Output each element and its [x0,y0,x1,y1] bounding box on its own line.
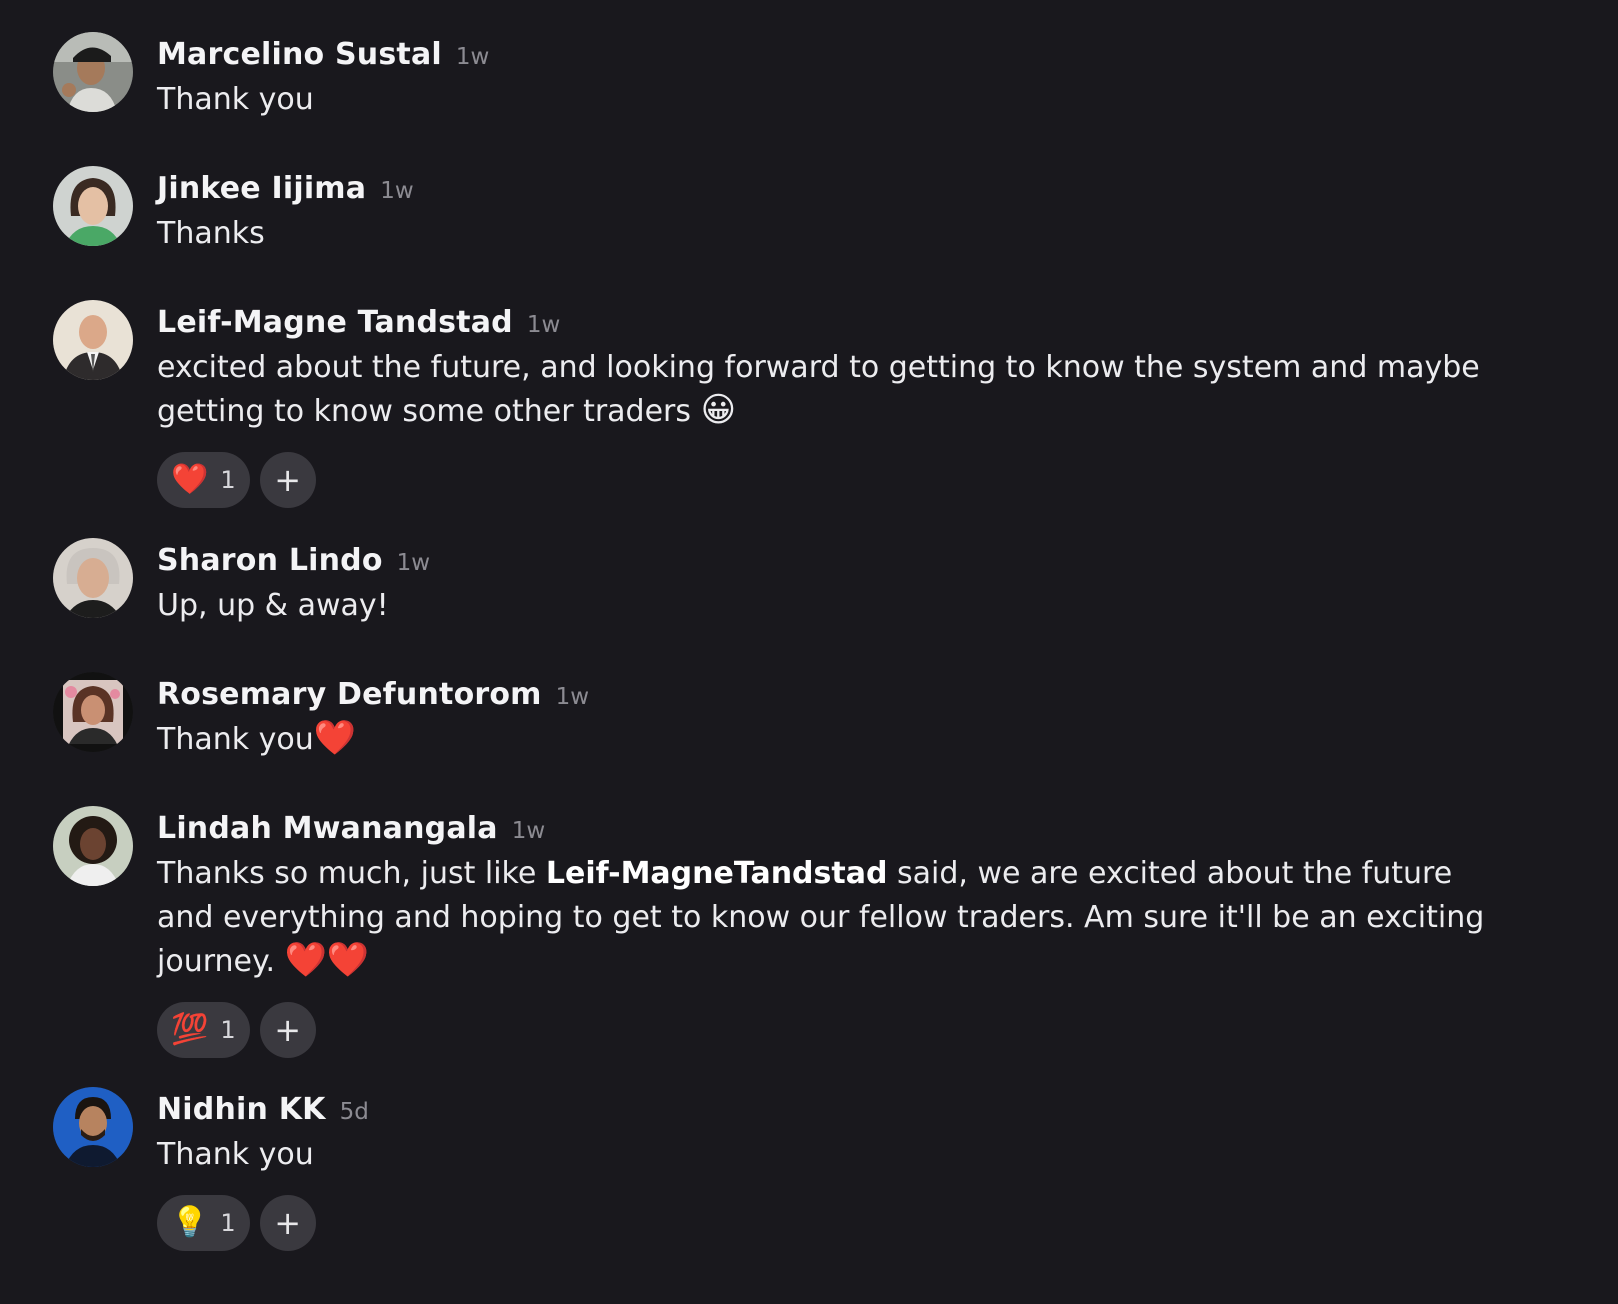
user-avatar-icon [53,300,133,380]
timestamp: 1w [396,550,431,576]
avatar[interactable] [53,1087,133,1167]
comment-text-content: Thank you [157,722,314,757]
timestamp: 1w [455,44,490,70]
avatar[interactable] [53,300,133,380]
timestamp: 1w [555,684,590,710]
author-name[interactable]: Sharon Lindo [157,543,383,578]
reaction-chip-light-bulb[interactable]: 💡 1 [157,1195,250,1251]
comment-text: Thank you❤️ [157,718,1487,762]
user-avatar-icon [53,538,133,618]
hundred-points-icon: 💯 [171,1012,209,1047]
avatar[interactable] [53,166,133,246]
timestamp: 1w [380,178,414,204]
user-avatar-icon [53,806,133,886]
user-avatar-icon [53,1087,133,1167]
comment-thread: Marcelino Sustal 1w Thank you Jinkee Iiji… [0,0,1618,1304]
author-name[interactable]: Leif-Magne Tandstad [157,305,513,340]
author-name[interactable]: Nidhin KK [157,1092,326,1127]
author-name[interactable]: Marcelino Sustal [157,37,442,72]
comment-text: Thank you [157,82,314,117]
comment-text: Thanks so much, just like Leif-MagneTand… [157,852,1487,984]
heart-icon: ❤️❤️ [284,940,370,980]
light-bulb-icon: 💡 [171,1205,209,1240]
comment-text: Thank you [157,1137,314,1172]
grinning-face-emoji-icon: 😀 [700,390,737,430]
timestamp: 5d [339,1099,369,1125]
comment-text-before: Thanks so much, just like [157,856,546,891]
reaction-bar: 💡 1 + [157,1195,1487,1251]
avatar[interactable] [53,806,133,886]
timestamp: 1w [526,312,561,338]
heart-icon: ❤️ [171,462,209,497]
avatar[interactable] [53,538,133,618]
reaction-chip-heart[interactable]: ❤️ 1 [157,452,250,508]
timestamp: 1w [511,818,546,844]
comment-text: Thanks [157,216,265,251]
reaction-count: 1 [220,1016,236,1044]
comment-text-content: excited about the future, and looking fo… [157,350,1480,429]
reaction-chip-hundred[interactable]: 💯 1 [157,1002,250,1058]
add-reaction-button[interactable]: + [259,1002,316,1058]
reaction-count: 1 [220,1209,236,1237]
author-name[interactable]: Lindah Mwanangala [157,811,498,846]
comment-text: Up, up & away! [157,588,389,623]
add-reaction-button[interactable]: + [259,452,316,508]
comment-text: excited about the future, and looking fo… [157,346,1487,434]
add-reaction-button[interactable]: + [259,1195,316,1251]
author-name[interactable]: Rosemary Defuntorom [157,677,542,712]
heart-icon: ❤️ [313,718,357,758]
user-avatar-icon [53,672,133,752]
reaction-bar: 💯 1 + [157,1002,1487,1058]
author-name[interactable]: Jinkee Iijima [157,171,366,206]
avatar[interactable] [53,672,133,752]
reaction-count: 1 [220,466,236,494]
user-mention[interactable]: Leif-MagneTandstad [546,856,888,891]
user-avatar-icon [53,32,133,112]
reaction-bar: ❤️ 1 + [157,452,1487,508]
avatar[interactable] [53,32,133,112]
user-avatar-icon [53,166,133,246]
